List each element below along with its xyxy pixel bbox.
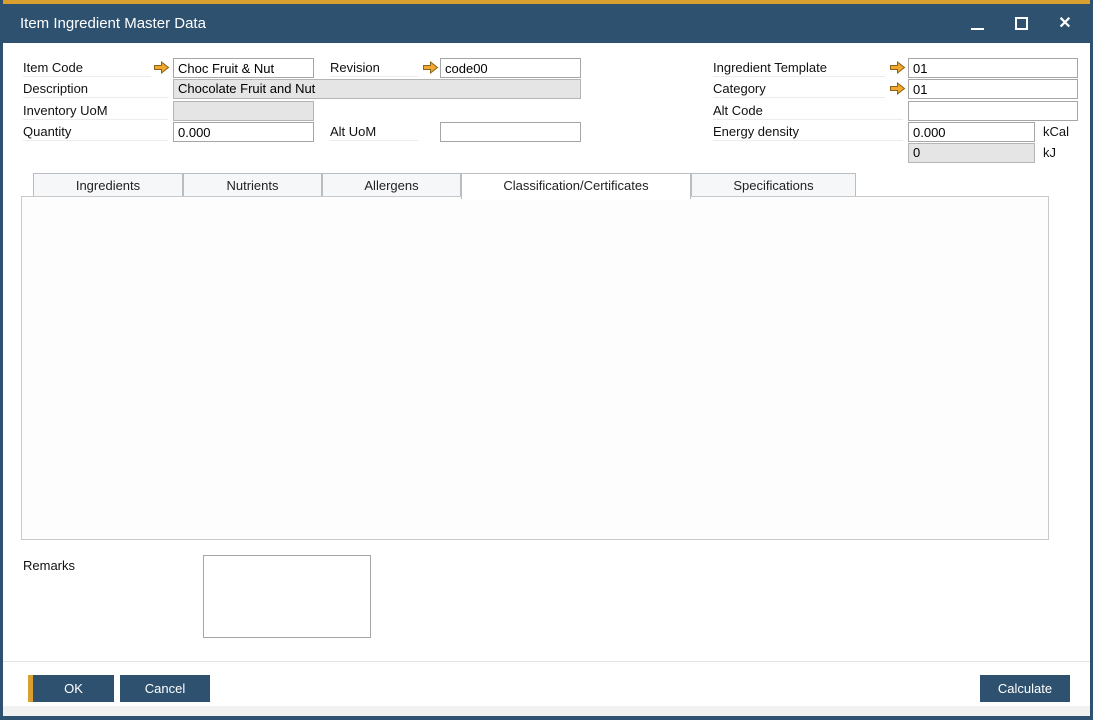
- alt-code-label: Alt Code: [713, 101, 903, 120]
- close-icon: ✕: [1058, 16, 1071, 32]
- remarks-label: Remarks: [23, 556, 143, 575]
- item-code-input[interactable]: [173, 58, 314, 78]
- energy-density-input[interactable]: [908, 122, 1035, 142]
- category-input[interactable]: [908, 79, 1078, 99]
- footer-divider: [3, 661, 1090, 662]
- tab-classification-certificates[interactable]: Classification/Certificates: [461, 173, 691, 199]
- ingredient-template-label: Ingredient Template: [713, 58, 885, 77]
- ingredient-template-input[interactable]: [908, 58, 1078, 78]
- maximize-icon: [1015, 17, 1028, 30]
- close-button[interactable]: ✕: [1054, 13, 1076, 35]
- cancel-button[interactable]: Cancel: [120, 675, 210, 702]
- kcal-unit-label: kCal: [1043, 122, 1069, 141]
- classification-tab-panel: [21, 196, 1049, 540]
- link-arrow-icon[interactable]: [889, 61, 906, 74]
- link-arrow-icon[interactable]: [422, 61, 439, 74]
- inventory-uom-label: Inventory UoM: [23, 101, 168, 120]
- calculate-button[interactable]: Calculate: [980, 675, 1070, 702]
- alt-code-input[interactable]: [908, 101, 1078, 121]
- titlebar[interactable]: Item Ingredient Master Data ✕: [3, 4, 1090, 43]
- energy-density-label: Energy density: [713, 122, 903, 141]
- status-strip: [3, 706, 1090, 716]
- item-code-label: Item Code: [23, 58, 151, 77]
- kj-unit-label: kJ: [1043, 143, 1056, 162]
- link-arrow-icon[interactable]: [153, 61, 170, 74]
- ok-button[interactable]: OK: [28, 675, 114, 702]
- revision-input[interactable]: [440, 58, 581, 78]
- link-arrow-icon[interactable]: [889, 82, 906, 95]
- energy-kj-field: 0: [908, 143, 1035, 163]
- category-label: Category: [713, 79, 885, 98]
- window-bottom-border: [3, 716, 1090, 720]
- alt-uom-label: Alt UoM: [330, 122, 418, 141]
- item-ingredient-master-data-window: Item Ingredient Master Data ✕ Item Code …: [0, 0, 1093, 720]
- revision-label: Revision: [330, 58, 418, 77]
- window-title: Item Ingredient Master Data: [20, 15, 206, 32]
- tab-nutrients[interactable]: Nutrients: [183, 173, 322, 197]
- tab-allergens[interactable]: Allergens: [322, 173, 461, 197]
- maximize-button[interactable]: [1010, 13, 1032, 35]
- remarks-textarea[interactable]: [203, 555, 371, 638]
- quantity-label: Quantity: [23, 122, 168, 141]
- quantity-input[interactable]: [173, 122, 314, 142]
- inventory-uom-field: [173, 101, 314, 121]
- minimize-icon: [971, 28, 984, 30]
- tab-specifications[interactable]: Specifications: [691, 173, 856, 197]
- description-label: Description: [23, 79, 168, 98]
- minimize-button[interactable]: [966, 13, 988, 35]
- description-field: Chocolate Fruit and Nut: [173, 79, 581, 99]
- alt-uom-input[interactable]: [440, 122, 581, 142]
- tab-ingredients[interactable]: Ingredients: [33, 173, 183, 197]
